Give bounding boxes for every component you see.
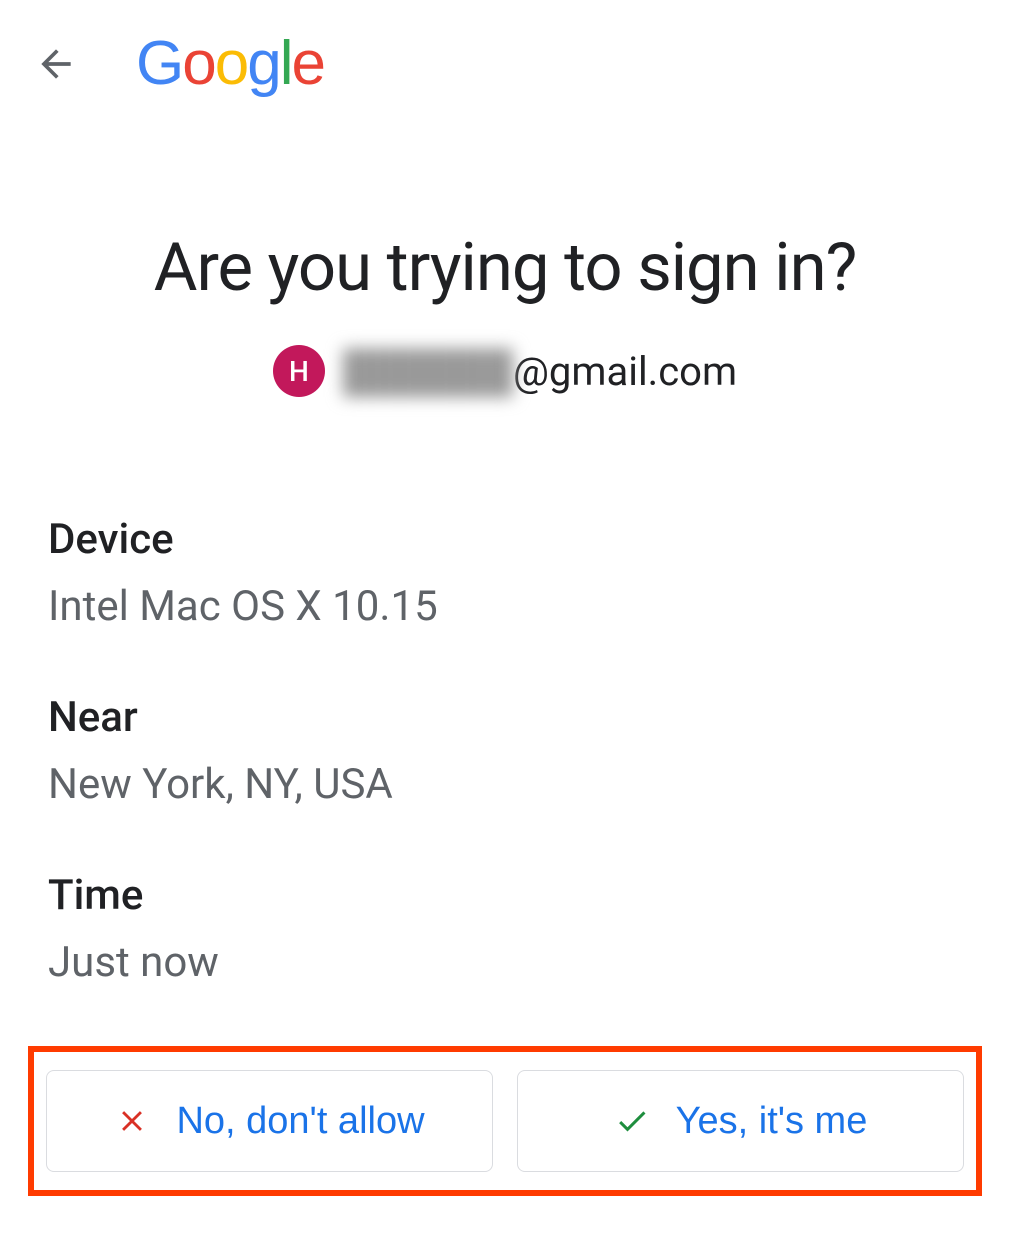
deny-button-label: No, don't allow: [176, 1100, 424, 1143]
google-logo: Google: [136, 28, 324, 99]
detail-near: Near New York, NY, USA: [48, 693, 962, 809]
deny-button[interactable]: No, don't allow: [46, 1070, 493, 1172]
email-prefix-redacted: ██████: [343, 348, 513, 395]
near-label: Near: [48, 693, 962, 742]
action-buttons-highlighted: No, don't allow Yes, it's me: [28, 1046, 982, 1196]
near-value: New York, NY, USA: [48, 760, 962, 809]
device-value: Intel Mac OS X 10.15: [48, 582, 962, 631]
detail-device: Device Intel Mac OS X 10.15: [48, 515, 962, 631]
page-title: Are you trying to sign in?: [48, 229, 962, 307]
time-label: Time: [48, 871, 962, 920]
account-row: H ██████ @gmail.com: [48, 345, 962, 397]
email-suffix: @gmail.com: [513, 348, 737, 395]
x-icon: [114, 1103, 150, 1139]
allow-button[interactable]: Yes, it's me: [517, 1070, 964, 1172]
avatar: H: [273, 345, 325, 397]
detail-time: Time Just now: [48, 871, 962, 987]
allow-button-label: Yes, it's me: [676, 1100, 868, 1143]
arrow-left-icon: [34, 42, 78, 86]
time-value: Just now: [48, 938, 962, 987]
device-label: Device: [48, 515, 962, 564]
check-icon: [614, 1103, 650, 1139]
account-email: ██████ @gmail.com: [343, 348, 737, 395]
back-button[interactable]: [32, 40, 80, 88]
